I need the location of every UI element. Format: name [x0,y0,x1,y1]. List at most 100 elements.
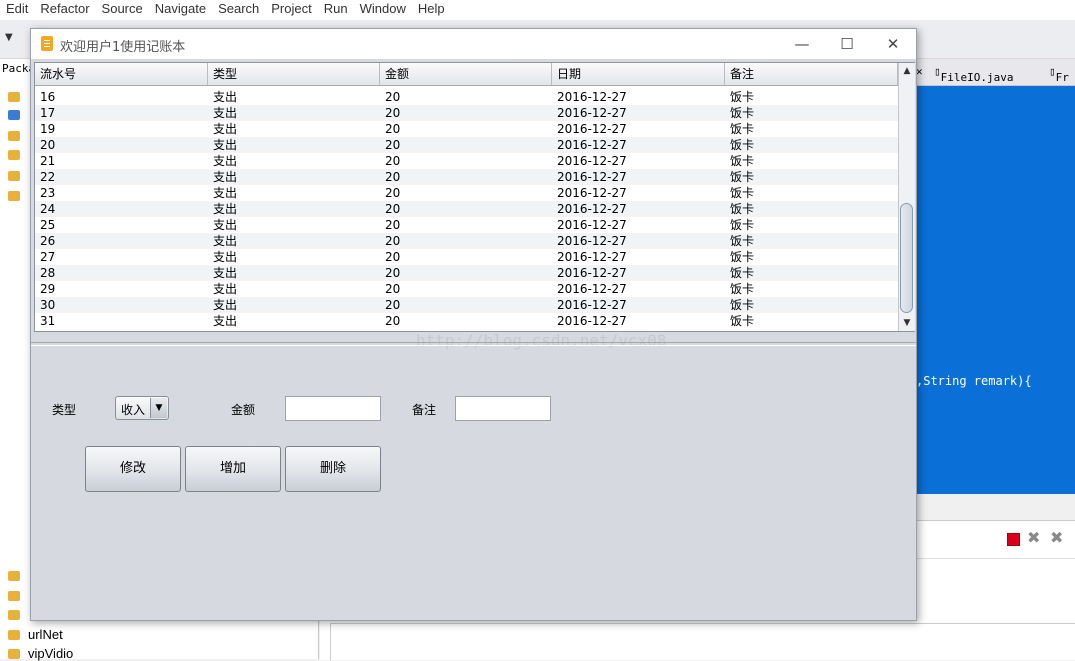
menu-search[interactable]: Search [212,0,265,16]
table-row[interactable]: 31 支出 20 2016-12-27 饭卡 [35,313,898,329]
cell-remark: 饭卡 [730,138,755,152]
cell-id: 23 [40,186,56,200]
menu-edit[interactable]: Edit [0,0,34,16]
remove-all-icon[interactable]: ✖ [1050,528,1063,547]
cell-id: 28 [40,266,56,280]
table-row[interactable]: 23 支出 20 2016-12-27 饭卡 [35,185,898,201]
records-table[interactable]: 流水号 类型 金额 日期 备注 16 支出 20 2016-12-27 饭卡 17 支出 20… [34,62,915,332]
project-icon [8,150,20,160]
maximize-button[interactable]: ☐ [831,33,863,55]
project-icon [8,630,20,640]
split-divider[interactable] [31,342,916,346]
table-row[interactable]: 17 支出 20 2016-12-27 饭卡 [35,105,898,121]
toolbar-dropdown-icon[interactable]: ▼ [5,32,13,43]
window-title: 欢迎用户1使用记账本 [60,40,186,55]
cell-remark: 饭卡 [730,202,755,216]
column-header-amount[interactable]: 金额 [380,63,552,85]
amount-label: 金额 [231,403,256,417]
cell-amount: 20 [385,282,401,296]
cell-id: 31 [40,314,56,328]
cell-amount: 20 [385,154,401,168]
table-row[interactable]: 27 支出 20 2016-12-27 饭卡 [35,249,898,265]
close-button[interactable]: ✕ [877,33,909,55]
cell-remark: 饭卡 [730,266,755,280]
cell-type: 支出 [213,186,238,200]
editor-tab-label: FileIO.java [940,71,1014,84]
terminate-icon[interactable] [1007,533,1020,546]
cell-date: 2016-12-27 [557,250,627,264]
type-select-value: 收入 [121,403,146,417]
scrollbar-thumb[interactable] [900,203,913,313]
cell-amount: 20 [385,122,401,136]
menu-help[interactable]: Help [412,0,451,16]
ledger-window: 欢迎用户1使用记账本 — ☐ ✕ 流水号 类型 金额 日期 备注 16 支出 20 2… [30,28,917,621]
column-header-date[interactable]: 日期 [552,63,725,85]
tree-item-urlnet[interactable]: urlNet [28,627,63,642]
cell-amount: 20 [385,314,401,328]
menu-navigate[interactable]: Navigate [149,0,212,16]
column-header-remark[interactable]: 备注 [725,63,898,85]
cell-type: 支出 [213,234,238,248]
cell-id: 19 [40,122,56,136]
table-scrollbar[interactable]: ▲ ▼ [898,63,915,331]
cell-id: 30 [40,298,56,312]
column-header-type[interactable]: 类型 [208,63,380,85]
project-icon [8,92,20,102]
minimize-button[interactable]: — [786,33,818,55]
remark-input[interactable] [455,396,551,421]
cell-id: 27 [40,250,56,264]
cell-id: 22 [40,170,56,184]
table-body: 16 支出 20 2016-12-27 饭卡 17 支出 20 2016-12-27 饭卡 19 支出… [35,86,898,330]
cell-type: 支出 [213,314,238,328]
column-header-id[interactable]: 流水号 [35,63,208,85]
remark-label: 备注 [412,403,437,417]
table-row[interactable]: 25 支出 20 2016-12-27 饭卡 [35,217,898,233]
edit-button[interactable]: 修改 [85,446,181,492]
menu-source[interactable]: Source [96,0,149,16]
cell-id: 17 [40,106,56,120]
code-editor[interactable] [916,86,1075,494]
table-row[interactable]: 16 支出 20 2016-12-27 饭卡 [35,89,898,105]
type-select[interactable]: 收入 ▼ [115,396,169,420]
project-icon [8,571,20,581]
table-row[interactable]: 20 支出 20 2016-12-27 饭卡 [35,137,898,153]
table-row[interactable]: 30 支出 20 2016-12-27 饭卡 [35,297,898,313]
scroll-up-icon[interactable]: ▲ [899,63,915,79]
table-row[interactable]: 19 支出 20 2016-12-27 饭卡 [35,121,898,137]
cell-id: 21 [40,154,56,168]
table-row[interactable]: 22 支出 20 2016-12-27 饭卡 [35,169,898,185]
cell-id: 20 [40,138,56,152]
editor-tab-fr[interactable]: ▯ Fr [1049,65,1069,84]
menu-window[interactable]: Window [354,0,412,16]
project-icon [8,191,20,201]
cell-remark: 饭卡 [730,90,755,104]
cell-type: 支出 [213,106,238,120]
scroll-down-icon[interactable]: ▼ [899,315,915,331]
table-row[interactable]: 24 支出 20 2016-12-27 饭卡 [35,201,898,217]
editor-tab-fileio[interactable]: ▯ FileIO.java [934,65,1013,84]
cell-date: 2016-12-27 [557,282,627,296]
menu-run[interactable]: Run [318,0,354,16]
menu-refactor[interactable]: Refactor [34,0,95,16]
menu-project[interactable]: Project [265,0,317,16]
add-button[interactable]: 增加 [185,446,281,492]
remove-launch-icon[interactable]: ✖ [1027,528,1040,547]
amount-input[interactable] [285,396,381,421]
table-row[interactable]: 29 支出 20 2016-12-27 饭卡 [35,281,898,297]
cell-remark: 饭卡 [730,250,755,264]
table-row[interactable]: 21 支出 20 2016-12-27 饭卡 [35,153,898,169]
cell-type: 支出 [213,218,238,232]
cell-type: 支出 [213,250,238,264]
window-titlebar[interactable]: 欢迎用户1使用记账本 — ☐ ✕ [31,29,916,59]
cell-id: 24 [40,202,56,216]
table-header: 流水号 类型 金额 日期 备注 [35,63,898,86]
delete-button[interactable]: 删除 [285,446,381,492]
dropdown-arrow-icon[interactable]: ▼ [150,398,167,418]
project-icon [8,110,20,120]
table-row[interactable]: 28 支出 20 2016-12-27 饭卡 [35,265,898,281]
table-row[interactable]: 26 支出 20 2016-12-27 饭卡 [35,233,898,249]
cell-date: 2016-12-27 [557,122,627,136]
cell-type: 支出 [213,90,238,104]
eclipse-menubar: Edit Refactor Source Navigate Search Project R… [0,0,1075,20]
cell-date: 2016-12-27 [557,298,627,312]
